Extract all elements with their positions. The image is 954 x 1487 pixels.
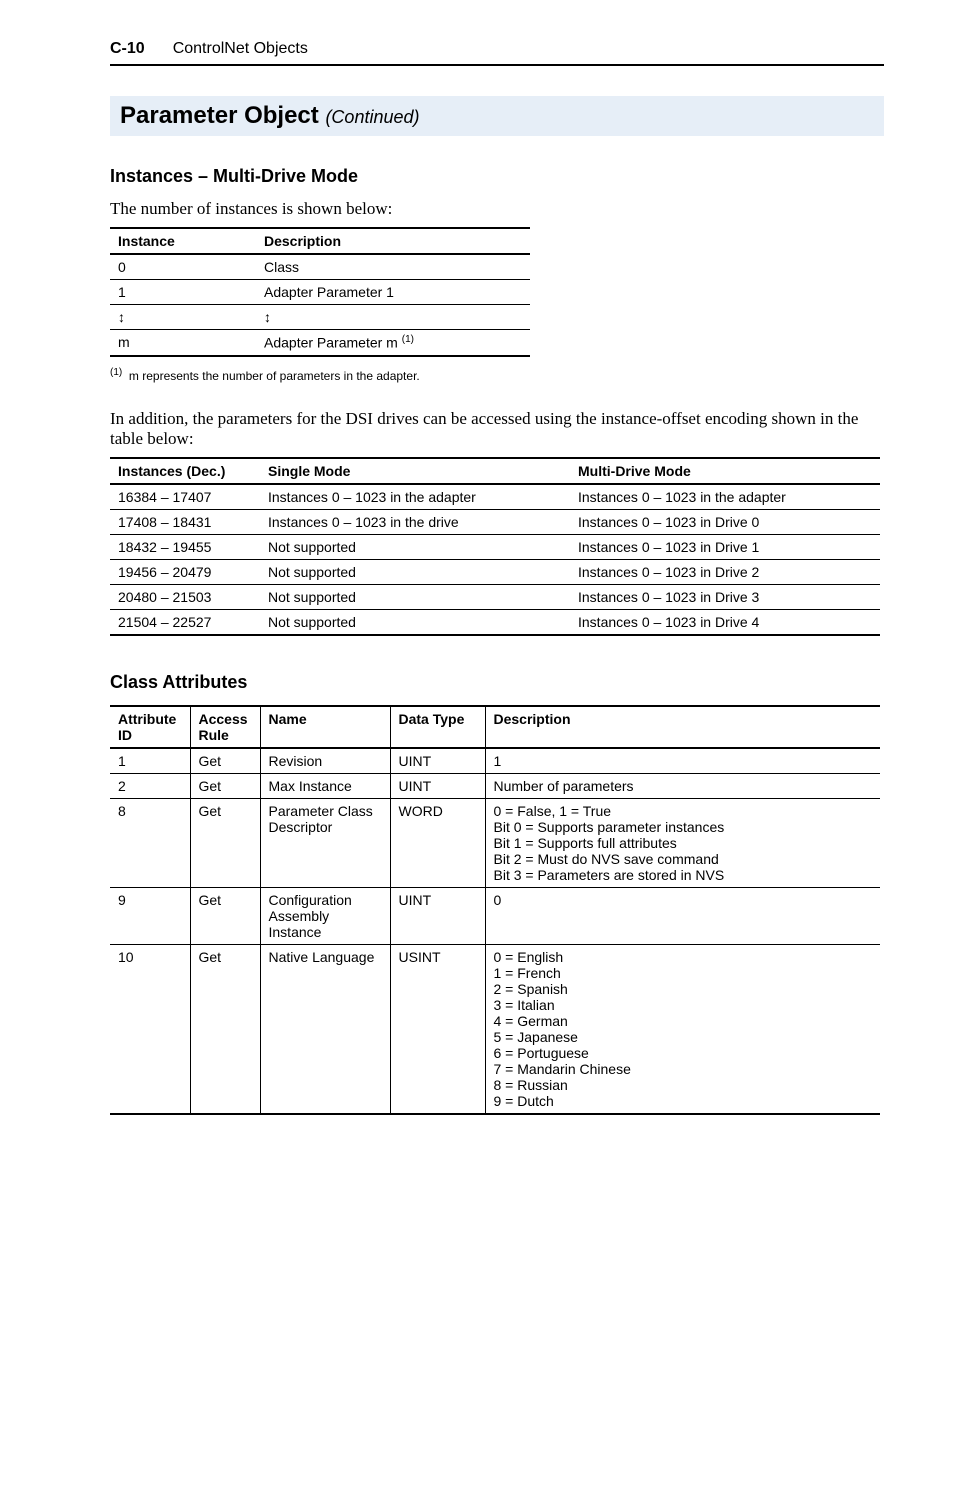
table-row: 16384 – 17407Instances 0 – 1023 in the a…: [110, 484, 880, 510]
cell-description: Class: [256, 254, 530, 280]
col-header-instance: Instance: [110, 228, 256, 254]
cell-name: Revision: [260, 748, 390, 774]
cell-data-type: UINT: [390, 887, 485, 944]
col-header-attribute-id: Attribute ID: [110, 706, 190, 748]
cell: Instances 0 – 1023 in Drive 2: [570, 559, 880, 584]
cell-description: Adapter Parameter m (1): [256, 330, 530, 356]
class-attributes-heading: Class Attributes: [110, 672, 884, 693]
cell-data-type: USINT: [390, 944, 485, 1114]
cell-data-type: UINT: [390, 773, 485, 798]
footnote-marker-inline: (1): [402, 334, 414, 345]
cell-access-rule: Get: [190, 798, 260, 887]
cell-instance: ↕: [110, 305, 256, 330]
section-heading: Parameter Object (Continued): [110, 96, 884, 136]
cell: 16384 – 17407: [110, 484, 260, 510]
cell-access-rule: Get: [190, 748, 260, 774]
cell-description: 0: [485, 887, 880, 944]
cell-description: Adapter Parameter 1: [256, 280, 530, 305]
cell: Instances 0 – 1023 in Drive 3: [570, 584, 880, 609]
cell: Instances 0 – 1023 in Drive 0: [570, 509, 880, 534]
table-row: 9GetConfiguration Assembly InstanceUINT0: [110, 887, 880, 944]
mode-table: Instances (Dec.) Single Mode Multi-Drive…: [110, 457, 880, 636]
col-header-multi-drive-mode: Multi-Drive Mode: [570, 458, 880, 484]
section-title: Parameter Object: [120, 102, 319, 129]
cell-instance: 1: [110, 280, 256, 305]
cell: Not supported: [260, 609, 570, 635]
col-header-description: Description: [485, 706, 880, 748]
class-attributes-table: Attribute ID Access Rule Name Data Type …: [110, 705, 880, 1115]
cell: Instances 0 – 1023 in Drive 1: [570, 534, 880, 559]
cell: Not supported: [260, 534, 570, 559]
section-continued: (Continued): [325, 107, 419, 127]
table-row: 1 Adapter Parameter 1: [110, 280, 530, 305]
cell-description: 0 = False, 1 = TrueBit 0 = Supports para…: [485, 798, 880, 887]
cell-name: Native Language: [260, 944, 390, 1114]
chapter-title: ControlNet Objects: [173, 40, 308, 58]
cell-data-type: WORD: [390, 798, 485, 887]
table-row: 17408 – 18431Instances 0 – 1023 in the d…: [110, 509, 880, 534]
table-row: 2GetMax InstanceUINTNumber of parameters: [110, 773, 880, 798]
cell-access-rule: Get: [190, 887, 260, 944]
instances-intro: The number of instances is shown below:: [110, 199, 884, 219]
footnote-marker: (1): [110, 367, 122, 378]
cell: 21504 – 22527: [110, 609, 260, 635]
cell-access-rule: Get: [190, 773, 260, 798]
cell-access-rule: Get: [190, 944, 260, 1114]
table-row: 20480 – 21503Not supportedInstances 0 – …: [110, 584, 880, 609]
instances-between-text: In addition, the parameters for the DSI …: [110, 409, 884, 449]
cell: Not supported: [260, 584, 570, 609]
footnote: (1) m represents the number of parameter…: [110, 367, 884, 383]
cell-description: Number of parameters: [485, 773, 880, 798]
table-row: 18432 – 19455Not supportedInstances 0 – …: [110, 534, 880, 559]
cell-name: Configuration Assembly Instance: [260, 887, 390, 944]
cell: Instances 0 – 1023 in Drive 4: [570, 609, 880, 635]
cell-instance: 0: [110, 254, 256, 280]
table-row: 10GetNative LanguageUSINT0 = English1 = …: [110, 944, 880, 1114]
table-row: 21504 – 22527Not supportedInstances 0 – …: [110, 609, 880, 635]
col-header-data-type: Data Type: [390, 706, 485, 748]
instances-table: Instance Description 0 Class 1 Adapter P…: [110, 227, 530, 357]
cell-instance: m: [110, 330, 256, 356]
cell-name: Parameter Class Descriptor: [260, 798, 390, 887]
cell: Instances 0 – 1023 in the adapter: [570, 484, 880, 510]
cell: Instances 0 – 1023 in the adapter: [260, 484, 570, 510]
col-header-name: Name: [260, 706, 390, 748]
cell-attribute-id: 10: [110, 944, 190, 1114]
table-row: m Adapter Parameter m (1): [110, 330, 530, 356]
table-row: 0 Class: [110, 254, 530, 280]
page-number: C-10: [110, 40, 145, 58]
cell: 20480 – 21503: [110, 584, 260, 609]
col-header-single-mode: Single Mode: [260, 458, 570, 484]
cell-description-text: Adapter Parameter m: [264, 335, 398, 351]
cell-description: 1: [485, 748, 880, 774]
footnote-text: m represents the number of parameters in…: [129, 369, 420, 383]
col-header-instances-dec: Instances (Dec.): [110, 458, 260, 484]
col-header-access-rule: Access Rule: [190, 706, 260, 748]
cell-name: Max Instance: [260, 773, 390, 798]
table-row: 19456 – 20479Not supportedInstances 0 – …: [110, 559, 880, 584]
col-header-description: Description: [256, 228, 530, 254]
table-row: 8GetParameter Class DescriptorWORD0 = Fa…: [110, 798, 880, 887]
cell-data-type: UINT: [390, 748, 485, 774]
cell: 19456 – 20479: [110, 559, 260, 584]
cell-attribute-id: 9: [110, 887, 190, 944]
cell-attribute-id: 8: [110, 798, 190, 887]
cell: 17408 – 18431: [110, 509, 260, 534]
page-header: C-10 ControlNet Objects: [110, 40, 884, 66]
cell-description: 0 = English1 = French2 = Spanish3 = Ital…: [485, 944, 880, 1114]
table-row: ↕ ↕: [110, 305, 530, 330]
cell-attribute-id: 1: [110, 748, 190, 774]
cell-description: ↕: [256, 305, 530, 330]
instances-heading: Instances – Multi-Drive Mode: [110, 166, 884, 187]
cell: Instances 0 – 1023 in the drive: [260, 509, 570, 534]
table-row: 1GetRevisionUINT1: [110, 748, 880, 774]
cell: Not supported: [260, 559, 570, 584]
cell: 18432 – 19455: [110, 534, 260, 559]
cell-attribute-id: 2: [110, 773, 190, 798]
